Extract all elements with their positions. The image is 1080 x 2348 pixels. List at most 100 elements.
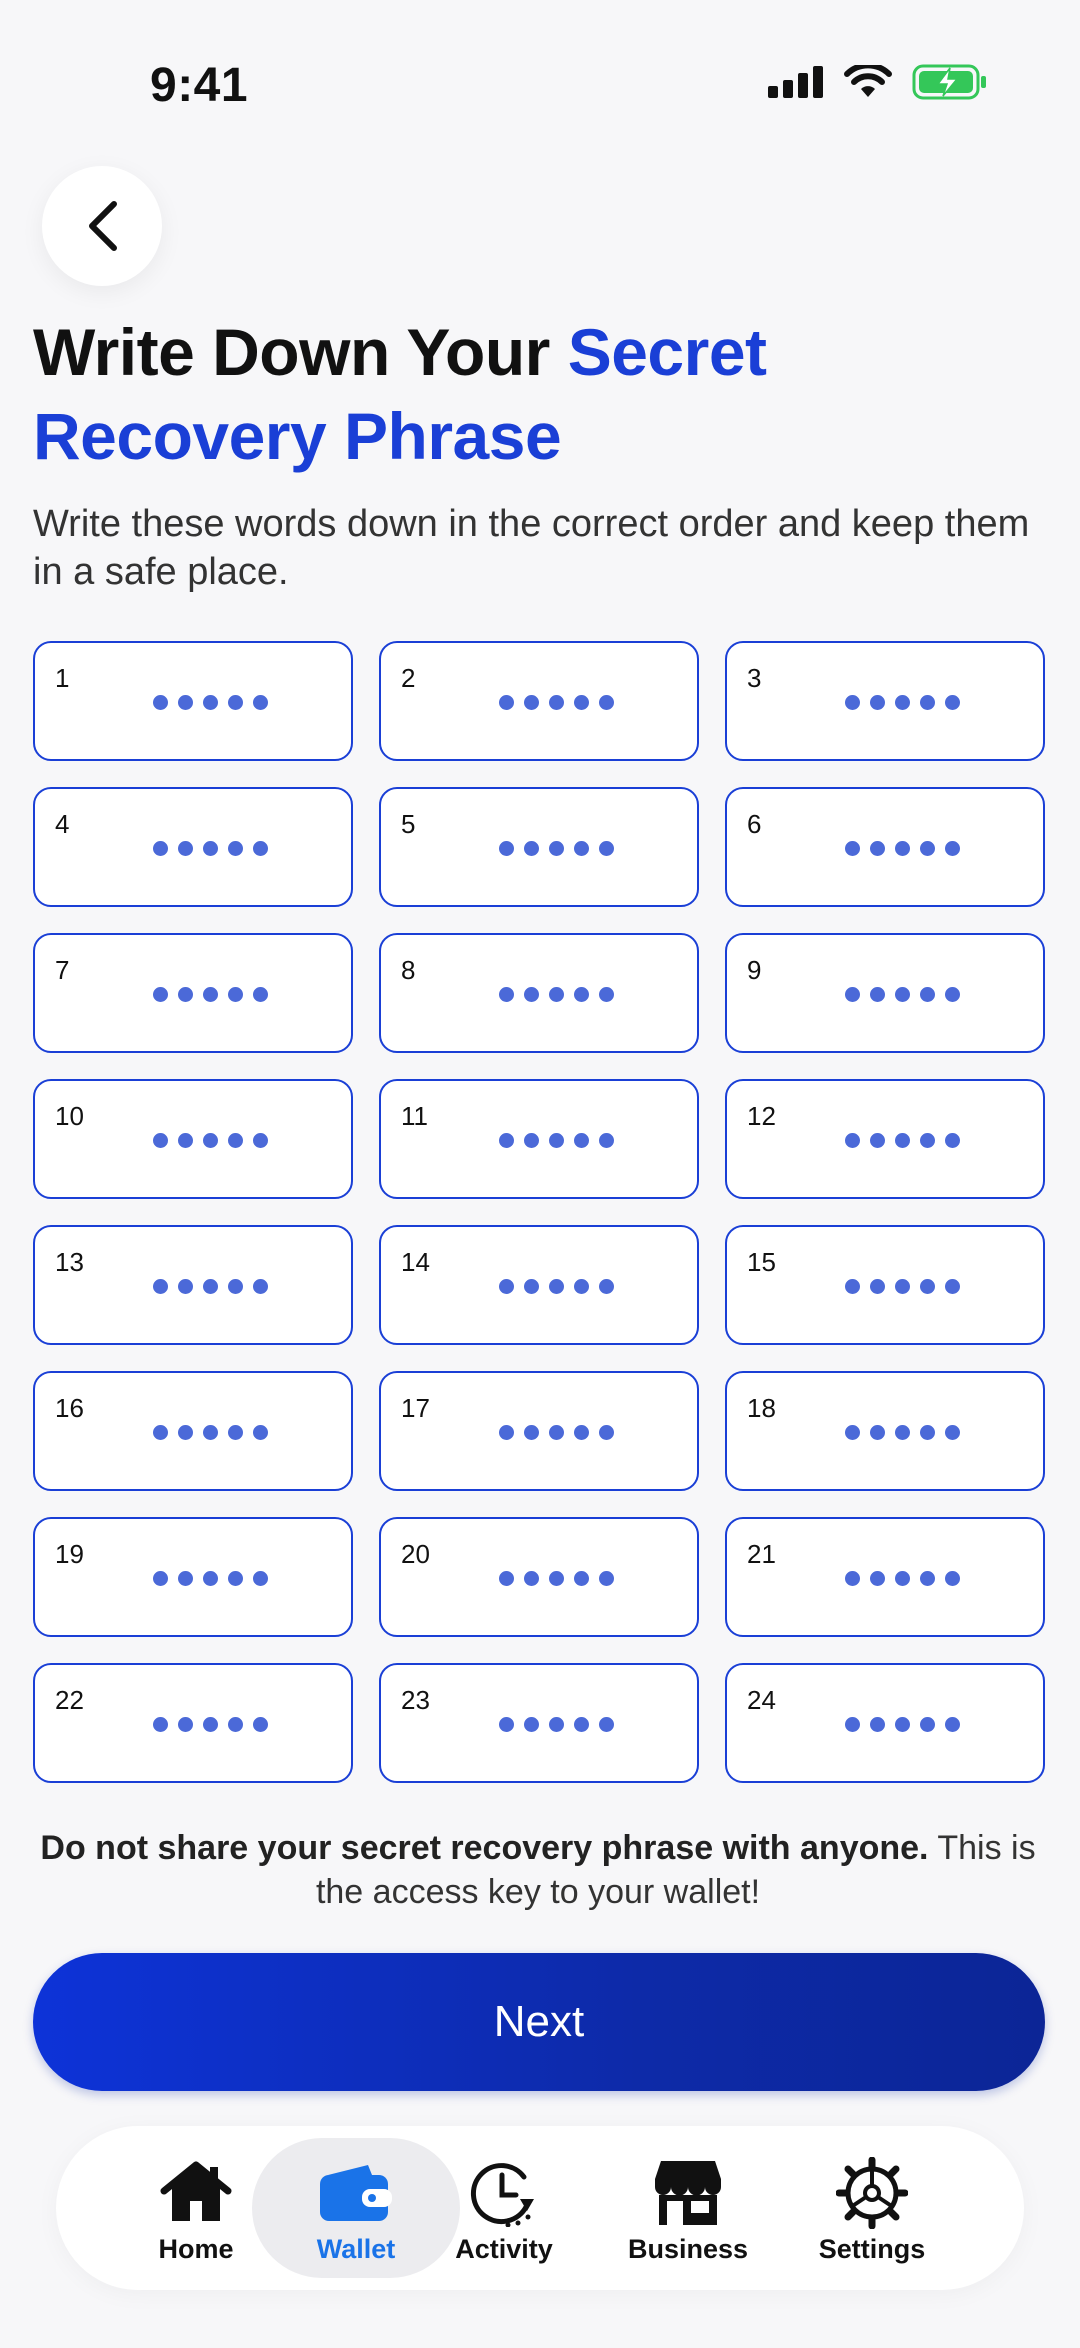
mask-dot	[944, 841, 960, 856]
masked-word	[381, 1571, 697, 1591]
tab-business[interactable]: Business	[596, 2138, 780, 2278]
phrase-word-cell: 21	[725, 1517, 1045, 1637]
tab-settings[interactable]: Settings	[780, 2138, 964, 2278]
mask-dot	[894, 695, 910, 710]
word-number: 1	[55, 663, 70, 693]
mask-dot	[944, 1425, 960, 1440]
mask-dot	[869, 1425, 885, 1440]
tab-activity[interactable]: Activity	[412, 2138, 596, 2278]
word-number: 2	[401, 663, 416, 693]
tab-label: Home	[158, 2234, 234, 2264]
tab-bar: Home Wallet Activity Business Settings	[56, 2126, 1024, 2290]
mask-dot	[152, 987, 168, 1002]
mask-dot	[202, 987, 218, 1002]
masked-word	[727, 1133, 1043, 1153]
mask-dot	[598, 987, 614, 1002]
mask-dot	[227, 987, 243, 1002]
word-number: 14	[401, 1247, 430, 1277]
phrase-word-cell: 22	[33, 1663, 353, 1783]
warning-bold: Do not share your secret recovery phrase…	[40, 1829, 929, 1867]
masked-word	[35, 1425, 351, 1445]
mask-dot	[894, 1279, 910, 1294]
mask-dot	[252, 1571, 268, 1586]
mask-dot	[894, 1425, 910, 1440]
phrase-word-cell: 7	[33, 933, 353, 1053]
mask-dot	[498, 1717, 514, 1732]
masked-word	[727, 1717, 1043, 1737]
mask-dot	[227, 1717, 243, 1732]
mask-dot	[548, 1133, 564, 1148]
masked-word	[381, 1425, 697, 1445]
title-text: Write Down Your	[33, 315, 568, 389]
back-button[interactable]	[42, 166, 162, 286]
phrase-word-cell: 4	[33, 787, 353, 907]
phrase-grid: 1 2 3 4 5 6 7 8 9 10 11 12 13 14 15 16 17 18 19 20 21 22 23 24	[33, 641, 1045, 1783]
mask-dot	[944, 1279, 960, 1294]
word-number: 4	[55, 809, 70, 839]
mask-dot	[548, 1425, 564, 1440]
mask-dot	[844, 987, 860, 1002]
phrase-word-cell: 10	[33, 1079, 353, 1199]
mask-dot	[177, 1133, 193, 1148]
masked-word	[381, 1279, 697, 1299]
masked-word	[381, 987, 697, 1007]
mask-dot	[523, 1571, 539, 1586]
masked-word	[381, 841, 697, 861]
tab-label: Business	[627, 2234, 749, 2264]
tab-label: Wallet	[316, 2234, 396, 2264]
battery-icon	[912, 64, 986, 100]
mask-dot	[523, 987, 539, 1002]
mask-dot	[869, 1279, 885, 1294]
mask-dot	[869, 1717, 885, 1732]
mask-dot	[573, 1279, 589, 1294]
mask-dot	[944, 695, 960, 710]
mask-dot	[919, 1717, 935, 1732]
mask-dot	[573, 1717, 589, 1732]
mask-dot	[523, 1425, 539, 1440]
page-title: Write Down Your Secret Recovery Phrase	[33, 310, 1033, 478]
word-number: 16	[55, 1393, 84, 1423]
wallet-icon	[320, 2165, 392, 2221]
status-time: 9:41	[150, 59, 249, 112]
phrase-word-cell: 23	[379, 1663, 699, 1783]
next-button[interactable]: Next	[33, 1953, 1045, 2091]
mask-dot	[152, 1717, 168, 1732]
masked-word	[727, 987, 1043, 1007]
mask-dot	[919, 1133, 935, 1148]
mask-dot	[598, 695, 614, 710]
phrase-word-cell: 13	[33, 1225, 353, 1345]
mask-dot	[844, 1571, 860, 1586]
masked-word	[35, 1717, 351, 1737]
mask-dot	[202, 1717, 218, 1732]
mask-dot	[844, 1279, 860, 1294]
word-number: 18	[747, 1393, 776, 1423]
chevron-left-icon	[89, 201, 117, 251]
phrase-word-cell: 8	[379, 933, 699, 1053]
word-number: 13	[55, 1247, 84, 1277]
mask-dot	[523, 1279, 539, 1294]
mask-dot	[202, 1425, 218, 1440]
mask-dot	[573, 987, 589, 1002]
mask-dot	[573, 1133, 589, 1148]
mask-dot	[523, 695, 539, 710]
word-number: 5	[401, 809, 416, 839]
mask-dot	[177, 1571, 193, 1586]
phrase-word-cell: 20	[379, 1517, 699, 1637]
masked-word	[35, 1133, 351, 1153]
mask-dot	[177, 695, 193, 710]
mask-dot	[252, 841, 268, 856]
word-number: 9	[747, 955, 762, 985]
masked-word	[727, 695, 1043, 715]
mask-dot	[919, 1571, 935, 1586]
mask-dot	[844, 1133, 860, 1148]
mask-dot	[894, 1717, 910, 1732]
mask-dot	[523, 841, 539, 856]
mask-dot	[894, 987, 910, 1002]
mask-dot	[227, 1425, 243, 1440]
mask-dot	[498, 1571, 514, 1586]
word-number: 15	[747, 1247, 776, 1277]
home-icon	[160, 2161, 232, 2221]
mask-dot	[944, 1717, 960, 1732]
mask-dot	[548, 1571, 564, 1586]
mask-dot	[177, 841, 193, 856]
